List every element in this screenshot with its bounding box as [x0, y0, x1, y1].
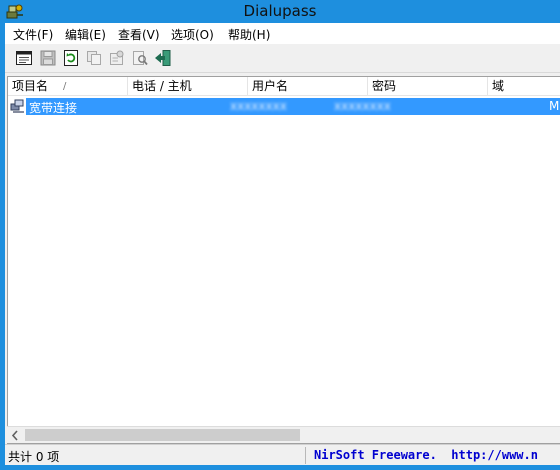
sort-arrow-icon: /	[63, 81, 67, 92]
horizontal-scrollbar[interactable]	[7, 426, 560, 443]
toolbar	[5, 44, 560, 73]
app-window: 文件(F) 编辑(E) 查看(V) 选项(O) 帮助(H) 项目名 / 电话 /…	[5, 23, 560, 465]
column-header-username[interactable]: 用户名	[248, 77, 368, 96]
scroll-left-arrow-icon[interactable]	[7, 427, 24, 444]
refresh-icon[interactable]	[62, 49, 80, 67]
table-row[interactable]: 宽带连接 xxxxxxxx xxxxxxxx MS	[8, 98, 560, 115]
copy-icon[interactable]	[85, 49, 103, 67]
menu-edit[interactable]: 编辑(E)	[65, 26, 106, 43]
find-icon[interactable]	[131, 49, 149, 67]
status-bar: 共计 0 项 NirSoft Freeware. http://www.n	[5, 444, 560, 465]
properties-icon[interactable]	[108, 49, 126, 67]
menu-view[interactable]: 查看(V)	[118, 26, 160, 43]
list-header: 项目名 / 电话 / 主机 用户名 密码 域	[8, 77, 560, 96]
window-title: Dialupass	[243, 2, 317, 20]
column-header-entry-name[interactable]: 项目名 /	[8, 77, 128, 96]
menu-bar: 文件(F) 编辑(E) 查看(V) 选项(O) 帮助(H)	[5, 23, 560, 44]
connection-list[interactable]: 项目名 / 电话 / 主机 用户名 密码 域 宽带连接 xxxxxxxx xxx…	[7, 76, 560, 444]
exit-icon[interactable]	[154, 49, 172, 67]
menu-options[interactable]: 选项(O)	[171, 26, 214, 43]
title-bar: Dialupass	[0, 0, 560, 23]
dialup-connection-icon	[10, 99, 24, 113]
row-selection	[26, 98, 560, 115]
scrollbar-thumb[interactable]	[25, 429, 300, 441]
column-header-domain[interactable]: 域	[488, 77, 560, 96]
menu-file[interactable]: 文件(F)	[13, 26, 53, 43]
status-divider	[305, 447, 306, 464]
item-count: 共计 0 项	[8, 450, 60, 464]
cell-entry-name: 宽带连接	[29, 101, 78, 115]
cell-domain: MS	[549, 99, 560, 113]
nirsoft-link[interactable]: NirSoft Freeware. http://www.n	[314, 448, 538, 462]
cell-username: xxxxxxxx	[230, 99, 287, 113]
save-icon[interactable]	[39, 49, 57, 67]
menu-help[interactable]: 帮助(H)	[228, 26, 270, 43]
column-header-phone-host[interactable]: 电话 / 主机	[128, 77, 248, 96]
column-header-password[interactable]: 密码	[368, 77, 488, 96]
html-report-icon[interactable]	[15, 49, 33, 67]
cell-password: xxxxxxxx	[334, 99, 391, 113]
